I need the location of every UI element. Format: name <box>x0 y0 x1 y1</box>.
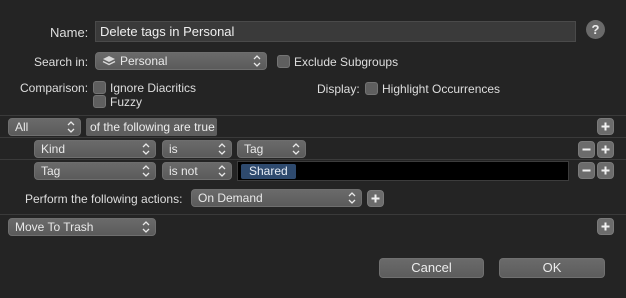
criterion-operator-popup[interactable]: is <box>162 140 232 158</box>
action-trigger-value: On Demand <box>198 191 263 205</box>
chevron-up-down-icon <box>142 143 150 155</box>
action-value: Move To Trash <box>15 220 94 234</box>
separator <box>0 214 626 215</box>
ignore-diacritics-checkbox[interactable] <box>93 81 106 94</box>
comparison-label: Comparison: <box>20 81 89 95</box>
criterion-value-popup[interactable]: Tag <box>237 140 306 158</box>
add-action-button[interactable] <box>597 218 614 235</box>
remove-criterion-button[interactable] <box>578 162 595 179</box>
plus-icon <box>601 145 610 154</box>
highlight-occurrences-label: Highlight Occurrences <box>382 82 501 96</box>
stack-layers-icon <box>102 56 116 66</box>
chevron-up-down-icon <box>292 143 300 155</box>
fuzzy-label: Fuzzy <box>110 95 143 109</box>
highlight-occurrences-checkbox[interactable] <box>365 82 378 95</box>
criterion-field-popup[interactable]: Tag <box>34 162 156 180</box>
perform-actions-label: Perform the following actions: <box>25 192 183 206</box>
exclude-subgroups-label: Exclude Subgroups <box>294 55 399 69</box>
chevron-up-down-icon <box>348 192 356 204</box>
name-label: Name: <box>50 25 89 40</box>
add-trigger-button[interactable] <box>367 190 384 207</box>
separator <box>0 137 626 138</box>
separator <box>0 115 626 116</box>
help-question-icon[interactable]: ? <box>586 20 605 39</box>
display-label: Display: <box>317 82 360 96</box>
chevron-up-down-icon <box>218 143 226 155</box>
tag-token-field[interactable]: Shared <box>237 161 569 181</box>
criterion-operator-value: is <box>169 142 178 156</box>
action-popup[interactable]: Move To Trash <box>8 218 156 236</box>
match-value: All <box>15 120 29 134</box>
add-criterion-button[interactable] <box>597 118 614 135</box>
search-location-value: Personal <box>120 54 168 68</box>
minus-icon <box>582 148 591 151</box>
add-criterion-button[interactable] <box>597 162 614 179</box>
criterion-operator-value: is not <box>169 164 198 178</box>
plus-icon <box>601 222 610 231</box>
plus-icon <box>601 122 610 131</box>
chevron-up-down-icon <box>218 165 226 177</box>
action-trigger-popup[interactable]: On Demand <box>191 189 362 207</box>
plus-icon <box>601 166 610 175</box>
criterion-operator-popup[interactable]: is not <box>162 162 232 180</box>
name-value: Delete tags in Personal <box>100 24 235 39</box>
name-field[interactable]: Delete tags in Personal <box>95 21 576 42</box>
criterion-field-value: Tag <box>41 164 61 178</box>
match-popup[interactable]: All <box>8 118 81 136</box>
chevron-up-down-icon <box>142 165 150 177</box>
criterion-field-popup[interactable]: Kind <box>34 140 156 158</box>
add-criterion-button[interactable] <box>597 141 614 158</box>
criterion-field-value: Kind <box>41 142 66 156</box>
chevron-up-down-icon <box>67 121 75 133</box>
tag-token[interactable]: Shared <box>241 164 296 179</box>
chevron-up-down-icon <box>253 55 261 67</box>
plus-icon <box>371 194 380 203</box>
fuzzy-checkbox[interactable] <box>93 95 106 108</box>
search-in-label: Search in: <box>34 55 89 69</box>
match-suffix: of the following are true <box>86 118 217 136</box>
ok-button[interactable]: OK <box>499 258 605 278</box>
cancel-button[interactable]: Cancel <box>379 258 484 278</box>
exclude-subgroups-checkbox[interactable] <box>277 55 290 68</box>
ignore-diacritics-label: Ignore Diacritics <box>110 81 197 95</box>
remove-criterion-button[interactable] <box>578 141 595 158</box>
minus-icon <box>582 169 591 172</box>
search-location-popup[interactable]: Personal <box>95 52 267 70</box>
criterion-value: Tag <box>244 142 264 156</box>
separator <box>0 159 626 160</box>
chevron-up-down-icon <box>142 221 150 233</box>
